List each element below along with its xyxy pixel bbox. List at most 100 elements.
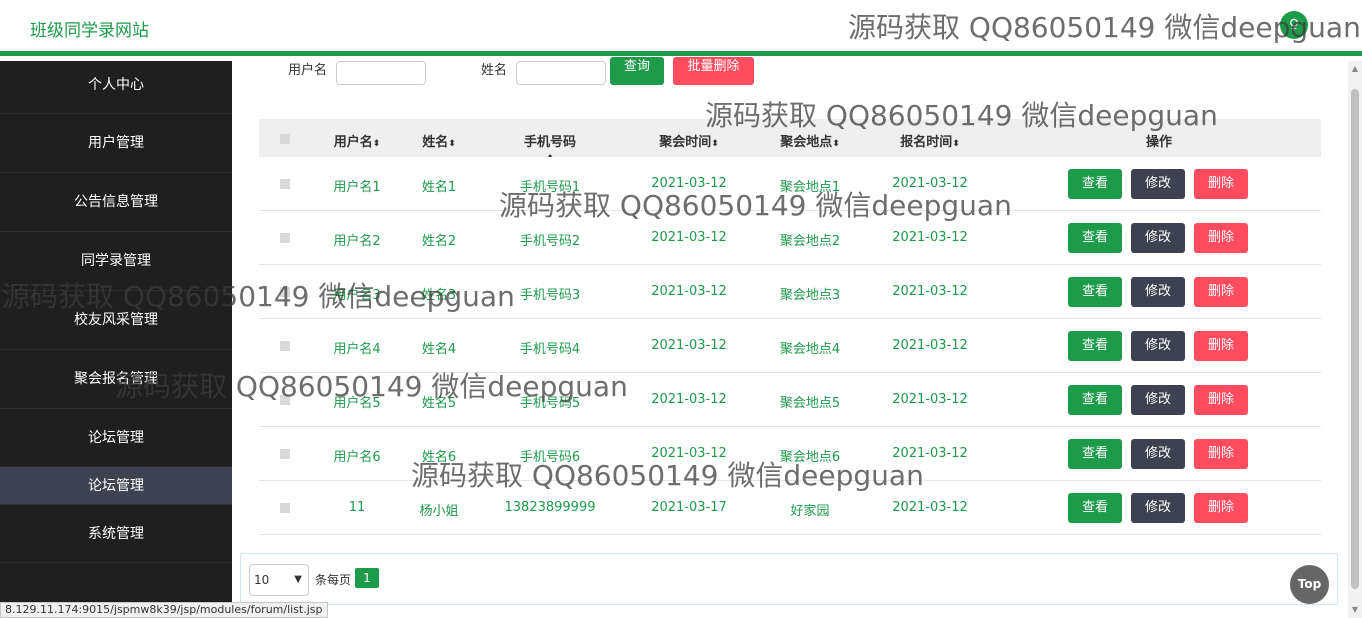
cell-username: 用户名6 bbox=[333, 450, 381, 465]
page-button-1[interactable]: 1 bbox=[355, 568, 379, 588]
sort-icon: ⬍ bbox=[711, 139, 719, 149]
cell-username: 用户名2 bbox=[333, 234, 381, 249]
cell-party-location: 聚会地点2 bbox=[779, 234, 841, 249]
column-header-party-time[interactable]: 聚会时间⬍ bbox=[659, 131, 719, 150]
scroll-down-icon[interactable]: ▼ bbox=[1351, 606, 1359, 614]
delete-button[interactable]: 删除 bbox=[1194, 169, 1248, 199]
cell-username: 用户名4 bbox=[333, 342, 381, 357]
sidebar: 个人中心 用户管理 公告信息管理 同学录管理 校友风采管理 聚会报名管理 论坛管… bbox=[0, 61, 232, 618]
cell-party-time: 2021-03-12 bbox=[651, 176, 727, 191]
cell-phone: 手机号码3 bbox=[519, 288, 581, 303]
cell-signup-time: 2021-03-12 bbox=[892, 176, 968, 191]
sidebar-item-classmate-management[interactable]: 同学录管理 bbox=[0, 232, 232, 291]
view-button[interactable]: 查看 bbox=[1068, 169, 1122, 199]
column-header-signup-time[interactable]: 报名时间⬍ bbox=[900, 131, 960, 150]
row-checkbox[interactable] bbox=[280, 449, 290, 459]
delete-button[interactable]: 删除 bbox=[1194, 223, 1248, 253]
delete-button[interactable]: 删除 bbox=[1194, 277, 1248, 307]
edit-button[interactable]: 修改 bbox=[1131, 223, 1185, 253]
column-header-party-location[interactable]: 聚会地点⬍ bbox=[780, 131, 840, 150]
cell-party-time: 2021-03-17 bbox=[651, 500, 727, 515]
site-title[interactable]: 班级同学录网站 bbox=[30, 16, 149, 41]
row-checkbox[interactable] bbox=[280, 179, 290, 189]
user-avatar-icon[interactable]: ♀ bbox=[1280, 11, 1308, 39]
cell-party-time: 2021-03-12 bbox=[651, 446, 727, 461]
sidebar-item-notice-management[interactable]: 公告信息管理 bbox=[0, 173, 232, 232]
row-checkbox[interactable] bbox=[280, 287, 290, 297]
batch-delete-button[interactable]: 批量删除 bbox=[673, 57, 754, 85]
sort-icon: ⬍ bbox=[372, 139, 381, 149]
query-button[interactable]: 查询 bbox=[610, 57, 664, 85]
name-search-input[interactable] bbox=[516, 61, 606, 85]
table-row: 用户名3 姓名3 手机号码3 2021-03-12 聚会地点3 2021-03-12 查看修… bbox=[259, 265, 1321, 319]
sidebar-item-user-management[interactable]: 用户管理 bbox=[0, 114, 232, 173]
view-button[interactable]: 查看 bbox=[1068, 223, 1122, 253]
table-row: 用户名2 姓名2 手机号码2 2021-03-12 聚会地点2 2021-03-12 查看修… bbox=[259, 211, 1321, 265]
sidebar-item-system-management[interactable]: 系统管理 bbox=[0, 505, 232, 563]
cell-phone: 13823899999 bbox=[504, 500, 596, 515]
sidebar-item-alumni-management[interactable]: 校友风采管理 bbox=[0, 291, 232, 350]
edit-button[interactable]: 修改 bbox=[1131, 277, 1185, 307]
sort-icon: ⬍ bbox=[448, 139, 456, 149]
edit-button[interactable]: 修改 bbox=[1131, 439, 1185, 469]
view-button[interactable]: 查看 bbox=[1068, 331, 1122, 361]
delete-button[interactable]: 删除 bbox=[1194, 385, 1248, 415]
select-all-checkbox[interactable] bbox=[280, 134, 290, 144]
chevron-down-icon: ▼ bbox=[294, 574, 302, 585]
delete-button[interactable]: 删除 bbox=[1194, 439, 1248, 469]
sidebar-item-personal-center[interactable]: 个人中心 bbox=[0, 61, 232, 114]
edit-button[interactable]: 修改 bbox=[1131, 331, 1185, 361]
cell-signup-time: 2021-03-12 bbox=[892, 230, 968, 245]
top-header: 班级同学录网站 ♀ bbox=[0, 0, 1362, 56]
view-button[interactable]: 查看 bbox=[1068, 493, 1122, 523]
cell-phone: 手机号码6 bbox=[519, 450, 581, 465]
sort-icon: ⬍ bbox=[832, 139, 840, 149]
per-page-label: 条每页 bbox=[315, 573, 352, 587]
cell-name: 杨小姐 bbox=[419, 504, 459, 519]
main-content: 用户名 姓名 查询 批量删除 用户名⬍ 姓名⬍ 手机号码⬍ 聚会时间⬍ 聚会地点… bbox=[232, 57, 1348, 618]
cell-name: 姓名4 bbox=[421, 342, 457, 357]
vertical-scrollbar[interactable]: ▲ ▼ bbox=[1348, 61, 1362, 618]
column-header-name[interactable]: 姓名⬍ bbox=[421, 131, 457, 150]
row-checkbox[interactable] bbox=[280, 395, 290, 405]
delete-button[interactable]: 删除 bbox=[1194, 493, 1248, 523]
cell-name: 姓名3 bbox=[421, 288, 457, 303]
view-button[interactable]: 查看 bbox=[1068, 277, 1122, 307]
table-row: 用户名4 姓名4 手机号码4 2021-03-12 聚会地点4 2021-03-12 查看修… bbox=[259, 319, 1321, 373]
cell-username: 用户名3 bbox=[333, 288, 381, 303]
cell-party-location: 聚会地点6 bbox=[779, 450, 841, 465]
sidebar-item-party-signup-management[interactable]: 聚会报名管理 bbox=[0, 350, 232, 409]
page-size-select[interactable]: 10 ▼ bbox=[249, 564, 309, 596]
cell-phone: 手机号码2 bbox=[519, 234, 581, 249]
cell-name: 姓名5 bbox=[421, 396, 457, 411]
table-row: 用户名5 姓名5 手机号码5 2021-03-12 聚会地点5 2021-03-12 查看修… bbox=[259, 373, 1321, 427]
table-header: 用户名⬍ 姓名⬍ 手机号码⬍ 聚会时间⬍ 聚会地点⬍ 报名时间⬍ 操作 bbox=[259, 119, 1321, 164]
back-to-top-button[interactable]: Top bbox=[1290, 565, 1329, 604]
cell-phone: 手机号码5 bbox=[519, 396, 581, 411]
row-checkbox[interactable] bbox=[280, 503, 290, 513]
cell-name: 姓名2 bbox=[421, 234, 457, 249]
sidebar-subitem-forum-management[interactable]: 论坛管理 bbox=[0, 467, 232, 505]
search-bar: 用户名 姓名 查询 批量删除 bbox=[232, 57, 1332, 87]
edit-button[interactable]: 修改 bbox=[1131, 169, 1185, 199]
row-checkbox[interactable] bbox=[280, 233, 290, 243]
scroll-up-icon[interactable]: ▲ bbox=[1351, 65, 1359, 73]
name-search-label: 姓名 bbox=[481, 63, 508, 78]
scrollbar-thumb[interactable] bbox=[1351, 89, 1359, 589]
cell-party-time: 2021-03-12 bbox=[651, 284, 727, 299]
edit-button[interactable]: 修改 bbox=[1131, 493, 1185, 523]
cell-party-location: 聚会地点5 bbox=[779, 396, 841, 411]
view-button[interactable]: 查看 bbox=[1068, 439, 1122, 469]
browser-status-url: 8.129.11.174:9015/jspmw8k39/jsp/modules/… bbox=[0, 602, 328, 618]
delete-button[interactable]: 删除 bbox=[1194, 331, 1248, 361]
table-row: 11 杨小姐 13823899999 2021-03-17 好家园 2021-03-12 查… bbox=[259, 481, 1321, 535]
username-search-label: 用户名 bbox=[288, 63, 328, 78]
row-checkbox[interactable] bbox=[280, 341, 290, 351]
cell-phone: 手机号码4 bbox=[519, 342, 581, 357]
table-row: 用户名1 姓名1 手机号码1 2021-03-12 聚会地点1 2021-03-12 查看修… bbox=[259, 157, 1321, 211]
sidebar-item-forum-management[interactable]: 论坛管理 bbox=[0, 409, 232, 467]
username-search-input[interactable] bbox=[336, 61, 426, 85]
view-button[interactable]: 查看 bbox=[1068, 385, 1122, 415]
column-header-username[interactable]: 用户名⬍ bbox=[333, 131, 381, 150]
edit-button[interactable]: 修改 bbox=[1131, 385, 1185, 415]
